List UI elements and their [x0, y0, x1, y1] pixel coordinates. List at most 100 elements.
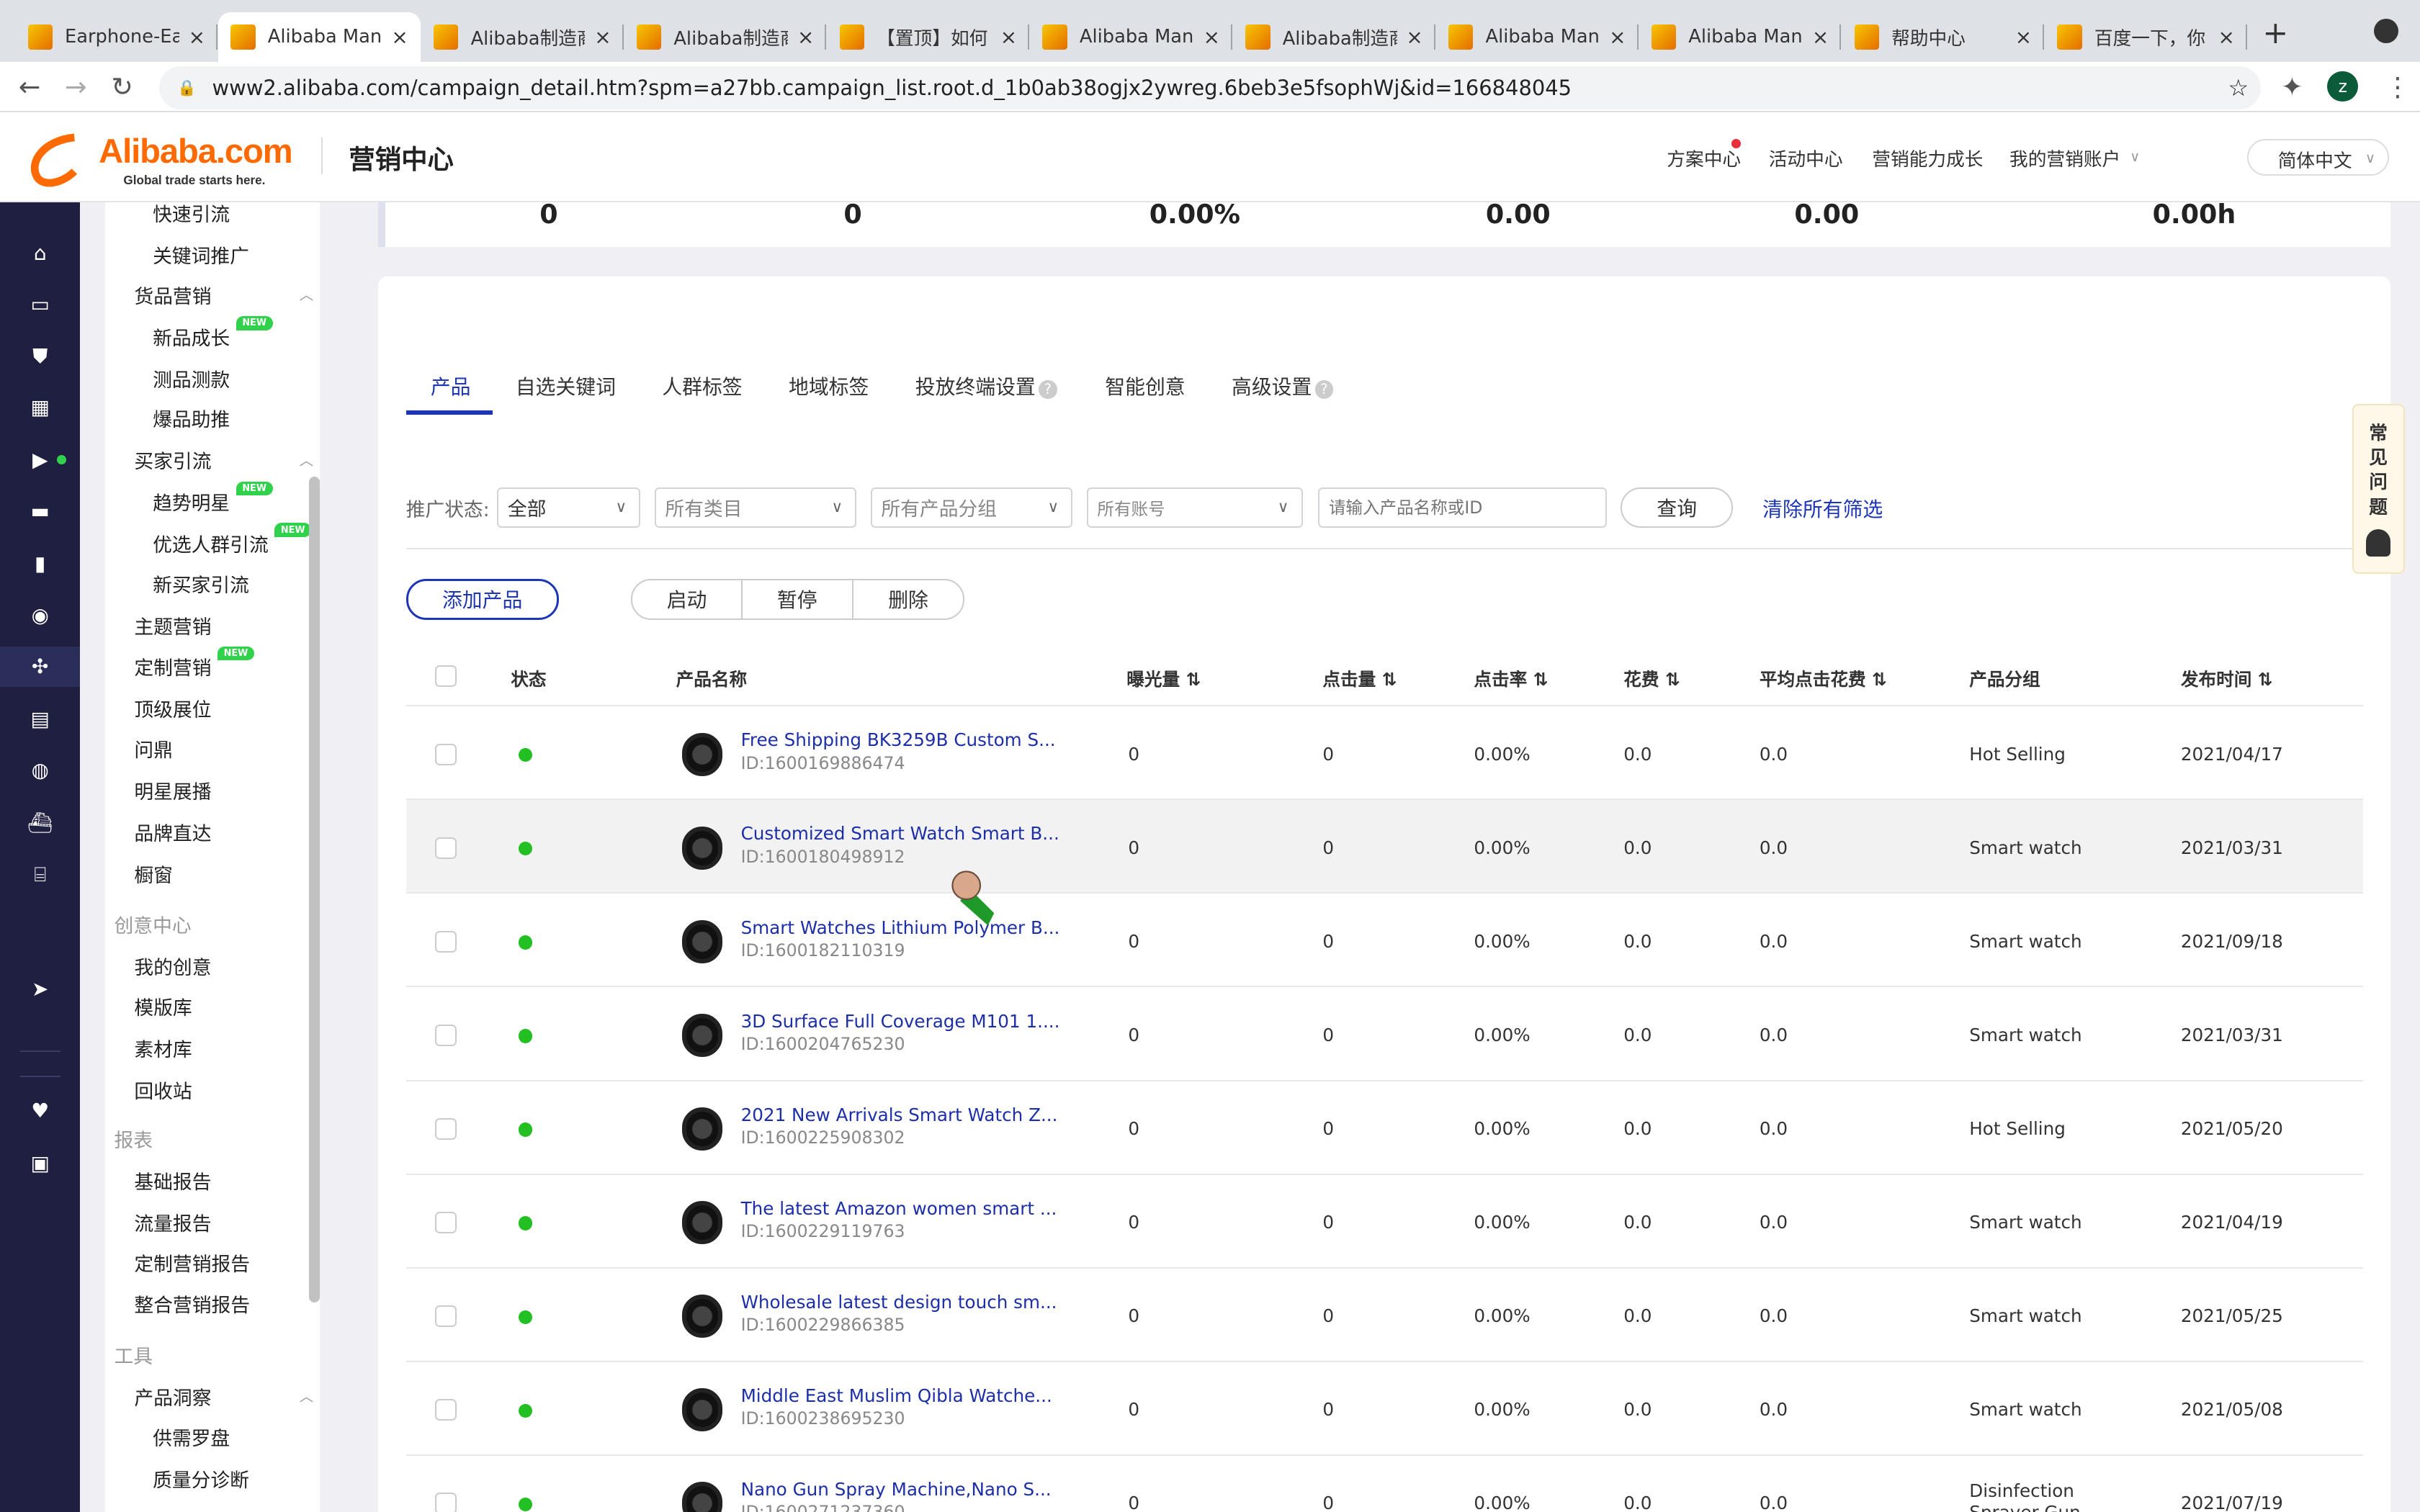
product-name-link[interactable]: Smart Watches Lithium Polymer B...	[741, 917, 1060, 938]
add-product-button[interactable]: 添加产品	[405, 578, 559, 621]
browser-tab[interactable]: Alibaba Manu ×	[1030, 12, 1233, 62]
product-name-link[interactable]: Wholesale latest design touch sm...	[741, 1292, 1057, 1313]
close-tab-icon[interactable]: ×	[391, 25, 408, 49]
browser-tab[interactable]: 【置顶】如何 ×	[828, 12, 1030, 62]
forward-icon[interactable]: →	[65, 71, 87, 102]
chevron-up-icon[interactable]: ︿	[300, 1385, 313, 1405]
close-tab-icon[interactable]: ×	[594, 25, 611, 49]
column-header[interactable]: 点击率 ⇅	[1474, 665, 1548, 691]
sidebar-item[interactable]: 供需罗盘	[153, 1423, 230, 1451]
sidebar-item[interactable]: 定制营销 NEW	[134, 646, 254, 680]
back-icon[interactable]: ←	[19, 71, 41, 102]
chevron-up-icon[interactable]: ︿	[300, 449, 313, 469]
bank-icon[interactable]: ⌸	[0, 855, 80, 895]
table-row[interactable]: Free Shipping BK3259B Custom S... ID:1600…	[405, 705, 2363, 799]
category-select[interactable]: 所有类目 ∨	[654, 487, 857, 528]
row-checkbox[interactable]	[435, 743, 457, 765]
sidebar-item[interactable]: 流量报告	[134, 1208, 211, 1236]
video-icon[interactable]: ▶	[0, 440, 80, 480]
table-row[interactable]: 2021 New Arrivals Smart Watch Z... ID:160…	[405, 1079, 2363, 1174]
column-header[interactable]: 平均点击花费 ⇅	[1760, 665, 1887, 691]
message-icon[interactable]: ▬	[0, 490, 80, 531]
reload-icon[interactable]: ↻	[111, 71, 133, 102]
browser-tab[interactable]: Earphone-Ear ×	[15, 12, 218, 62]
tab-5[interactable]: 智能创意	[1105, 372, 1185, 400]
sidebar-item[interactable]: 我的创意	[134, 952, 211, 980]
sidebar-item[interactable]: 关键词推广	[153, 240, 249, 269]
table-row[interactable]: Wholesale latest design touch sm... ID:16…	[405, 1266, 2363, 1362]
tab-2[interactable]: 人群标签	[662, 372, 742, 400]
home-icon[interactable]: ⌂	[0, 233, 80, 274]
tab-0[interactable]: 产品	[431, 372, 471, 400]
sidebar-item[interactable]: 橱窗	[134, 860, 173, 888]
column-header[interactable]: 发布时间 ⇅	[2181, 665, 2273, 691]
tab-4[interactable]: 投放终端设置?	[915, 372, 1057, 400]
globe-icon[interactable]: ◍	[0, 750, 80, 790]
product-name-link[interactable]: The latest Amazon women smart ...	[741, 1198, 1057, 1219]
sidebar-item[interactable]: 品牌直达	[134, 818, 211, 846]
sidebar-item[interactable]: 买家引流	[134, 446, 211, 474]
alibaba-logo[interactable]: Alibaba.com Global trade starts here.	[28, 128, 306, 190]
query-button[interactable]: 查询	[1621, 487, 1734, 528]
sidebar-item[interactable]: 测品测款	[153, 364, 230, 392]
table-row[interactable]: Nano Gun Spray Machine,Nano S... ID:16002…	[405, 1454, 2363, 1512]
tab-3[interactable]: 地域标签	[789, 372, 869, 400]
tab-6[interactable]: 高级设置?	[1232, 372, 1334, 400]
chevron-up-icon[interactable]: ︿	[300, 284, 313, 304]
sidebar-item[interactable]: 主题营销	[134, 611, 211, 639]
close-tab-icon[interactable]: ×	[1000, 25, 1017, 49]
sidebar-item[interactable]: 新买家引流	[153, 570, 249, 598]
account-select[interactable]: 所有账号 ∨	[1086, 487, 1303, 528]
select-all-checkbox[interactable]	[435, 665, 457, 687]
help-icon[interactable]: ?	[1314, 380, 1334, 400]
browser-tab[interactable]: Alibaba Manu ×	[218, 12, 421, 62]
close-tab-icon[interactable]: ×	[1609, 25, 1626, 49]
row-checkbox[interactable]	[435, 1305, 457, 1328]
column-header[interactable]: 曝光量 ⇅	[1126, 665, 1201, 691]
sidebar-scrollbar[interactable]	[308, 477, 320, 1302]
table-row[interactable]: The latest Amazon women smart ... ID:1600…	[405, 1173, 2363, 1268]
product-name-link[interactable]: Customized Smart Watch Smart B...	[741, 823, 1059, 844]
sidebar-item[interactable]: 问鼎	[134, 734, 173, 762]
close-tab-icon[interactable]: ×	[1406, 25, 1422, 49]
table-row[interactable]: Smart Watches Lithium Polymer B... ID:160…	[405, 892, 2363, 986]
browser-tab[interactable]: Alibaba Manu ×	[1639, 12, 1842, 62]
url-field[interactable]: 🔒 www2.alibaba.com/campaign_detail.htm?sp…	[158, 66, 2262, 110]
status-select[interactable]: 全部 ∨	[497, 487, 641, 528]
faq-widget[interactable]: 常见问题	[2352, 404, 2405, 575]
product-name-link[interactable]: Free Shipping BK3259B Custom S...	[741, 729, 1056, 750]
menu-kebab-icon[interactable]: ⋮	[2385, 71, 2411, 102]
product-group-select[interactable]: 所有产品分组 ∨	[870, 487, 1073, 528]
row-checkbox[interactable]	[435, 837, 457, 859]
sidebar-item[interactable]: 趋势明星 NEW	[153, 481, 273, 516]
browser-tab[interactable]: Alibaba制造商 ×	[624, 12, 827, 62]
delete-button[interactable]: 删除	[851, 578, 965, 621]
row-checkbox[interactable]	[435, 1024, 457, 1046]
table-row[interactable]: 3D Surface Full Coverage M101 1.... ID:16…	[405, 986, 2363, 1080]
shield-icon[interactable]: ⛊	[0, 336, 80, 377]
heart-icon[interactable]: ♥	[0, 1091, 80, 1131]
sidebar-item[interactable]: 产品洞察	[134, 1382, 211, 1410]
sidebar-item[interactable]: 快速引流	[153, 199, 230, 227]
start-button[interactable]: 启动	[631, 578, 743, 621]
sidebar-item[interactable]: 质量分诊断	[153, 1464, 249, 1493]
clipboard-icon[interactable]: ▤	[0, 699, 80, 739]
sidebar-item[interactable]: 明星展播	[134, 776, 211, 804]
close-tab-icon[interactable]: ×	[2015, 25, 2032, 49]
row-checkbox[interactable]	[435, 1117, 457, 1140]
sidebar-item[interactable]: 优选人群引流 NEW	[153, 523, 312, 557]
extensions-icon[interactable]: ✦	[2281, 71, 2303, 102]
row-checkbox[interactable]	[435, 1399, 457, 1421]
users-icon[interactable]: ◉	[0, 595, 80, 636]
close-tab-icon[interactable]: ×	[189, 25, 205, 49]
table-row[interactable]: Customized Smart Watch Smart B... ID:1600…	[405, 798, 2363, 894]
profile-avatar[interactable]: z	[2327, 71, 2359, 102]
nav-solution-center[interactable]: 方案中心	[1667, 145, 1741, 171]
product-name-link[interactable]: 3D Surface Full Coverage M101 1....	[741, 1011, 1060, 1032]
browser-tab[interactable]: Alibaba Manu ×	[1436, 12, 1639, 62]
row-checkbox[interactable]	[435, 1493, 457, 1512]
nav-growth[interactable]: 营销能力成长	[1872, 145, 1983, 171]
share-icon[interactable]: ✣	[0, 646, 81, 687]
pause-button[interactable]: 暂停	[740, 578, 853, 621]
close-tab-icon[interactable]: ×	[1812, 25, 1829, 49]
